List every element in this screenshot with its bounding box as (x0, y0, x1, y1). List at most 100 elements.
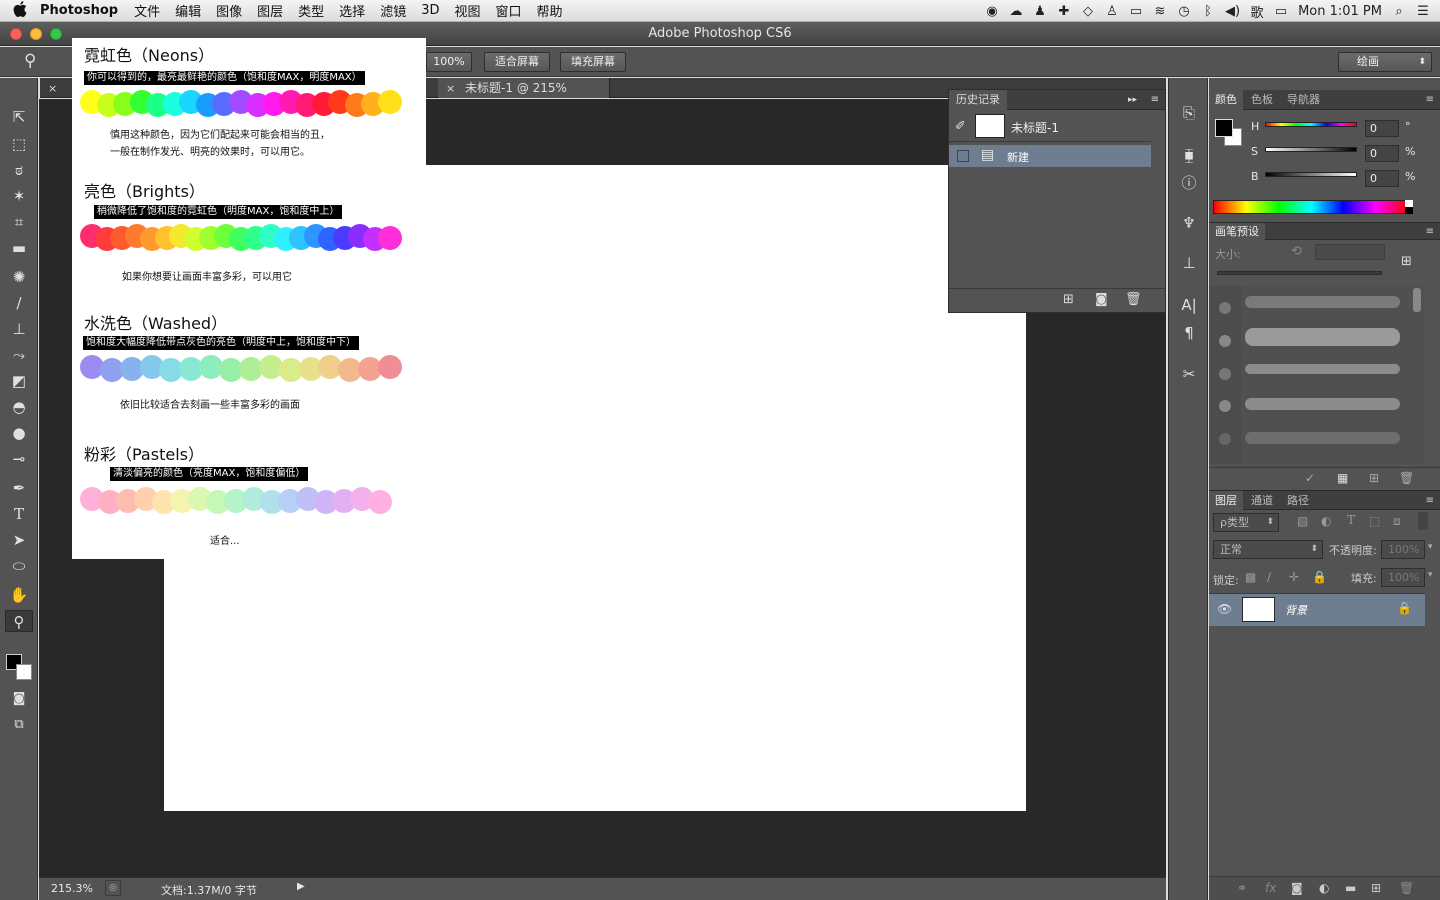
brush-grid-icon[interactable]: ▦ (1337, 471, 1348, 485)
menu-help[interactable]: 帮助 (537, 1, 563, 20)
new-document-from-state-icon[interactable]: ⊞ (1063, 292, 1074, 307)
type-tool-icon[interactable]: T (5, 503, 33, 525)
collapse-panel-icon[interactable]: ▸▸ (1128, 90, 1137, 110)
menu-layer[interactable]: 图层 (257, 1, 283, 20)
menu-image[interactable]: 图像 (216, 1, 242, 20)
quick-mask-icon[interactable]: ◙ (5, 688, 33, 710)
marquee-tool-icon[interactable]: ⬚ (5, 133, 33, 155)
zoom-tool-icon[interactable]: ⚲ (24, 51, 36, 71)
menu-select[interactable]: 选择 (339, 1, 365, 20)
brush-size-slider[interactable] (1217, 271, 1382, 275)
filter-smart-object-icon[interactable]: ⧈ (1393, 514, 1401, 529)
fill-screen-button[interactable]: 填充屏幕 (560, 52, 626, 72)
properties-panel-icon[interactable]: ⧯ (1175, 144, 1203, 166)
lasso-tool-icon[interactable]: ಠ (5, 159, 33, 181)
info-icon[interactable]: ⓘ (1175, 172, 1203, 194)
history-step-row[interactable]: ▤ 新建 (949, 145, 1151, 167)
background-color-swatch[interactable] (16, 664, 32, 680)
history-brush-source-icon[interactable]: ✐ (955, 119, 966, 134)
close-tab-icon[interactable]: × (446, 82, 455, 95)
zoom-100-button[interactable]: 100% (426, 52, 472, 72)
pen-tool-icon[interactable]: ✒ (5, 477, 33, 499)
path-select-tool-icon[interactable]: ➤ (5, 529, 33, 551)
history-snapshot-row[interactable]: ✐ 未标题-1 (949, 112, 1151, 142)
lock-position-icon[interactable]: ✛ (1289, 570, 1299, 584)
lock-image-icon[interactable]: ∕ (1267, 570, 1271, 584)
dropbox-icon[interactable]: ◇ (1081, 4, 1095, 19)
history-checkbox[interactable] (957, 150, 969, 162)
new-preset-icon[interactable]: ⊞ (1369, 471, 1379, 485)
new-group-icon[interactable]: ▬ (1345, 881, 1356, 895)
menu-filter[interactable]: 滤镜 (380, 1, 406, 20)
panel-menu-icon[interactable]: ≡ (1426, 223, 1434, 240)
brush-size-field[interactable] (1315, 244, 1385, 260)
brush-dot[interactable] (1219, 400, 1231, 412)
brush-panel-icon[interactable]: ♆ (1175, 212, 1203, 234)
new-brush-preset-icon[interactable]: ⊞ (1401, 254, 1412, 269)
notification-center-icon[interactable]: ☰ (1416, 4, 1430, 19)
blend-mode-select[interactable]: 正常 ⬍ (1213, 540, 1323, 559)
filter-type-icon[interactable]: T (1347, 513, 1355, 527)
brush-dot[interactable] (1219, 433, 1231, 445)
ps-status-icon[interactable]: ◉ (985, 4, 999, 19)
fit-screen-button[interactable]: 适合屏幕 (484, 52, 550, 72)
tab-swatches[interactable]: 色板 (1251, 90, 1273, 110)
plus-app-icon[interactable]: ✚ (1057, 4, 1071, 19)
wifi-icon[interactable]: ≋ (1153, 4, 1167, 19)
brush-stroke-5[interactable] (1245, 432, 1400, 444)
spotlight-icon[interactable]: ⌕ (1392, 4, 1406, 19)
menu-3d[interactable]: 3D (421, 3, 439, 18)
bluetooth-icon[interactable]: ᛒ (1201, 4, 1215, 19)
layer-visibility-eye-icon[interactable]: 👁 (1217, 602, 1232, 616)
add-mask-icon[interactable]: ◙ (1291, 881, 1303, 895)
zoom-tool-icon[interactable]: ⚲ (5, 610, 33, 632)
tool-presets-icon[interactable]: ✂ (1175, 363, 1203, 385)
input-method-icon[interactable]: 歌 (1250, 2, 1264, 21)
lock-transparent-icon[interactable]: ▩ (1245, 570, 1256, 584)
healing-tool-icon[interactable]: ✺ (5, 266, 33, 288)
adjustment-layer-icon[interactable]: ◐ (1319, 881, 1329, 895)
s-value[interactable]: 0 (1365, 145, 1399, 162)
link-layers-icon[interactable]: ⚭ (1237, 881, 1247, 895)
b-value[interactable]: 0 (1365, 170, 1399, 187)
opacity-field[interactable]: 100% (1381, 540, 1425, 559)
tab-color[interactable]: 颜色 (1209, 90, 1243, 110)
trash-icon[interactable]: 🗑 (1399, 881, 1414, 895)
color-foreground-swatch-top[interactable] (1215, 119, 1233, 137)
zoom-window-button[interactable] (50, 28, 62, 40)
stamp-tool-icon[interactable]: ⊥ (5, 318, 33, 340)
tab-brush-presets[interactable]: 画笔预设 (1209, 223, 1265, 240)
brush-dot[interactable] (1219, 302, 1231, 314)
brush-stroke-3[interactable] (1245, 364, 1400, 374)
magic-wand-tool-icon[interactable]: ✶ (5, 185, 33, 207)
app-menu[interactable]: Photoshop (40, 3, 118, 18)
tab-paths[interactable]: 路径 (1287, 491, 1309, 510)
reset-size-icon[interactable]: ⟲ (1291, 244, 1302, 259)
tab-layers[interactable]: 图层 (1209, 491, 1243, 510)
doc-tab-1[interactable]: × Sc (40, 78, 70, 116)
panel-menu-icon[interactable]: ≡ (1426, 491, 1434, 510)
brush-dot[interactable] (1219, 335, 1231, 347)
brush-dot[interactable] (1219, 368, 1231, 380)
status-icon[interactable]: ◎ (105, 880, 121, 896)
filter-adjustment-icon[interactable]: ◐ (1321, 514, 1331, 528)
panel-menu-icon[interactable]: ≡ (1151, 90, 1159, 110)
doc-tab-2[interactable]: × 未标题-1 @ 215%(RGB/8) (438, 78, 610, 116)
history-tab[interactable]: 历史记录 (949, 90, 1007, 110)
screen-mode-icon[interactable]: ⧉ (5, 714, 33, 736)
dodge-tool-icon[interactable]: ⊸ (5, 448, 33, 470)
layer-kind-filter[interactable]: ρ类型 ⬍ (1213, 513, 1279, 532)
menu-file[interactable]: 文件 (134, 1, 160, 20)
brush-stroke-2[interactable] (1245, 328, 1400, 346)
close-tab-icon[interactable]: × (48, 82, 57, 95)
paint-bucket-tool-icon[interactable]: ◓ (5, 396, 33, 418)
wechat-icon[interactable]: ☁ (1009, 4, 1023, 19)
panel-menu-icon[interactable]: ≡ (1426, 90, 1434, 110)
battery-app-icon[interactable]: ▭ (1129, 4, 1143, 19)
clock[interactable]: Mon 1:01 PM (1298, 4, 1382, 19)
new-layer-icon[interactable]: ⊞ (1371, 881, 1381, 895)
toggle-brush-panel-icon[interactable]: ✓ (1305, 471, 1315, 485)
spectrum-bw-ramp[interactable] (1405, 200, 1413, 214)
time-machine-icon[interactable]: ◷ (1177, 4, 1191, 19)
saturation-slider[interactable] (1265, 147, 1357, 152)
